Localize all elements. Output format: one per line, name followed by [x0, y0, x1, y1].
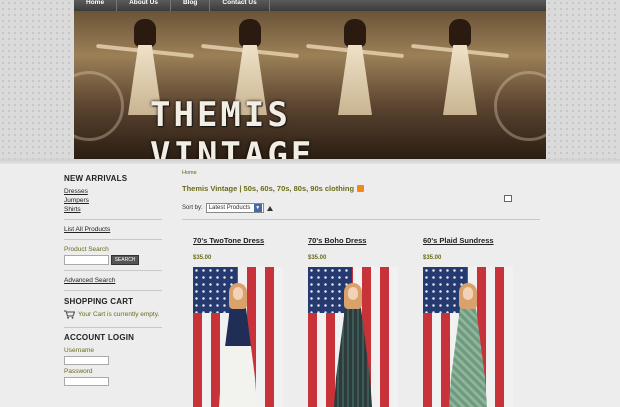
sort-direction-icon[interactable]	[266, 205, 273, 211]
category-title: Themis Vintage | 50s, 60s, 70s, 80s, 90s…	[182, 184, 355, 193]
new-arrivals-heading: NEW ARRIVALS	[64, 174, 128, 183]
divider	[64, 327, 162, 328]
product-image[interactable]	[423, 267, 513, 407]
main-area: NEW ARRIVALS Dresses Jumpers Shirts List…	[0, 164, 620, 407]
product-name-link[interactable]: 70's Boho Dress	[308, 236, 398, 245]
advanced-search-link[interactable]: Advanced Search	[64, 276, 162, 285]
rss-icon[interactable]	[357, 185, 365, 192]
username-field[interactable]	[64, 356, 109, 365]
product-name-link[interactable]: 70's TwoTone Dress	[193, 236, 283, 245]
account-login-heading: ACCOUNT LOGIN	[64, 333, 135, 342]
divider	[64, 239, 162, 240]
nav-home[interactable]: Home	[74, 0, 118, 11]
top-nav: Home About Us Blog Contact Us	[74, 0, 546, 11]
divider	[64, 270, 162, 271]
nav-blog[interactable]: Blog	[171, 0, 211, 11]
divider	[64, 219, 162, 220]
sidebar-link-shirts[interactable]: Shirts	[64, 205, 162, 214]
product-name-link[interactable]: 60's Plaid Sundress	[423, 236, 513, 245]
list-all-products-link[interactable]: List All Products	[64, 225, 162, 234]
nav-contact-us[interactable]: Contact Us	[210, 0, 270, 11]
product-search-label: Product Search	[64, 246, 109, 253]
print-icon[interactable]	[504, 195, 512, 202]
model-face	[348, 287, 358, 300]
cart-empty-text: Your Cart is currently empty.	[78, 311, 160, 318]
divider	[182, 219, 540, 220]
model-dress	[449, 305, 487, 407]
product-price: $35.00	[308, 255, 327, 261]
page-title: Themis Vintage | 50s, 60s, 70s, 80s, 90s…	[182, 184, 542, 193]
product-card: 60's Plaid Sundress $35.00	[423, 236, 513, 407]
search-row: SEARCH	[64, 255, 162, 265]
divider	[64, 290, 162, 291]
swirl-ornament	[494, 71, 546, 141]
product-search-input[interactable]	[64, 255, 109, 265]
product-image[interactable]	[193, 267, 283, 407]
product-grid: 70's TwoTone Dress $35.00 70's Boho Dres…	[193, 236, 513, 407]
breadcrumb[interactable]: Home	[182, 170, 542, 176]
product-image[interactable]	[308, 267, 398, 407]
sort-value: Latest Products	[208, 205, 251, 211]
sort-select[interactable]: Latest Products ▼	[205, 203, 264, 213]
sidebar-link-jumpers[interactable]: Jumpers	[64, 196, 162, 205]
sidebar-link-dresses[interactable]: Dresses	[64, 187, 162, 196]
cart-icon	[64, 310, 75, 319]
password-label: Password	[64, 368, 93, 375]
model-dress	[219, 305, 257, 407]
password-field[interactable]	[64, 377, 109, 386]
content: Home Themis Vintage | 50s, 60s, 70s, 80s…	[182, 170, 542, 407]
model-dress	[334, 305, 372, 407]
username-label: Username	[64, 347, 94, 354]
sort-label: Sort by:	[182, 205, 203, 211]
product-price: $35.00	[193, 255, 212, 261]
chevron-down-icon: ▼	[253, 204, 262, 212]
nav-about-us[interactable]: About Us	[117, 0, 171, 11]
sidebar: NEW ARRIVALS Dresses Jumpers Shirts List…	[64, 174, 162, 388]
model-face	[463, 287, 473, 300]
header-banner[interactable]: THEMIS VINTAGE	[74, 11, 546, 159]
product-card: 70's TwoTone Dress $35.00	[193, 236, 283, 407]
product-price: $35.00	[423, 255, 442, 261]
search-button[interactable]: SEARCH	[111, 255, 139, 265]
sort-row: Sort by: Latest Products ▼	[182, 203, 542, 213]
cart-status: Your Cart is currently empty.	[64, 310, 162, 319]
site-logo-text: THEMIS VINTAGE	[150, 95, 315, 159]
shopping-cart-heading: SHOPPING CART	[64, 297, 134, 306]
product-card: 70's Boho Dress $35.00	[308, 236, 398, 407]
model-face	[233, 287, 243, 300]
